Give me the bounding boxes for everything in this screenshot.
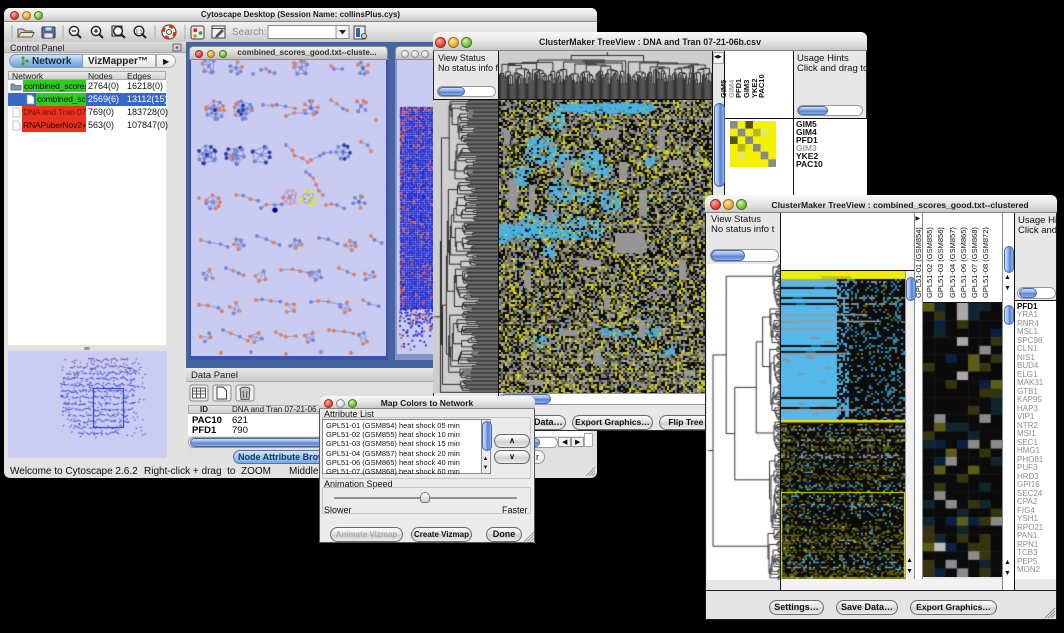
svg-text:Search:: Search: [232,27,266,38]
svg-text:1:1: 1:1 [136,30,143,36]
